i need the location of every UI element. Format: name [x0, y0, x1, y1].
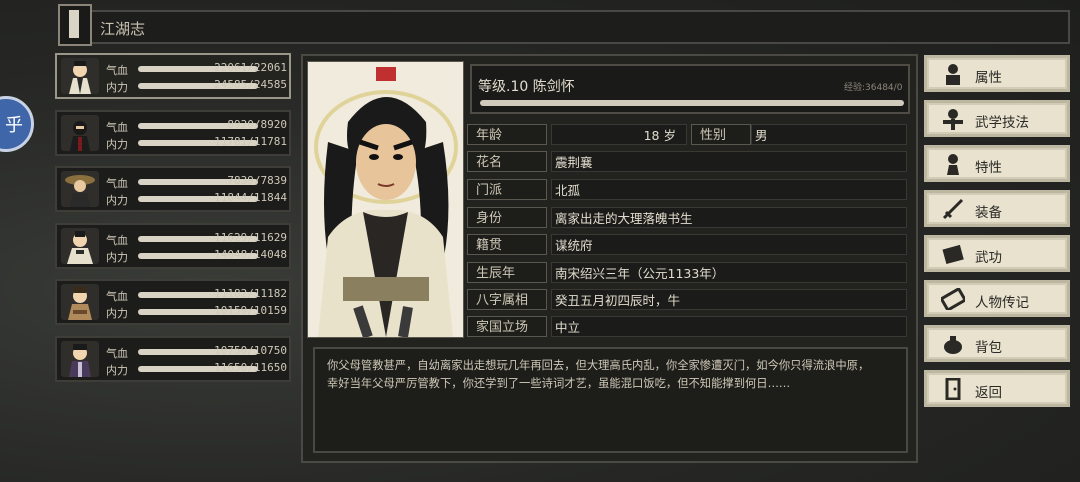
sword-icon — [942, 198, 964, 220]
hp-label: 气血 — [106, 177, 128, 190]
mp-value: 10159/10159 — [214, 304, 287, 317]
gender-value: 男 — [751, 124, 907, 145]
menu-label: 武学技法 — [975, 115, 1029, 131]
return-button[interactable]: 返回 — [924, 370, 1070, 407]
mp-value: 11650/11650 — [214, 360, 287, 374]
party-member-avatar — [61, 114, 99, 151]
info-value: 癸丑五月初四辰时，牛 — [551, 289, 907, 310]
hp-value: 8920/8920 — [227, 117, 287, 131]
info-label: 身份 — [467, 207, 547, 228]
mp-value: 11781/11781 — [214, 134, 287, 148]
party-member-card-5[interactable]: 气血 11182/11182 内力 10159/10159 — [55, 279, 291, 325]
party-member-card-4[interactable]: 气血 11629/11629 内力 14048/14048 — [55, 222, 291, 269]
info-label: 八字属相 — [467, 289, 547, 310]
info-label: 生辰年 — [467, 262, 547, 283]
hp-label: 气血 — [106, 346, 128, 360]
hp-value: 11182/11182 — [214, 287, 287, 300]
biography-icon — [941, 288, 965, 310]
mp-label: 内力 — [106, 137, 128, 151]
age-label: 年龄 — [467, 124, 547, 145]
info-row: 八字属相 癸丑五月初四辰时，牛 — [467, 289, 907, 312]
mp-value: 24585/24585 — [214, 78, 287, 91]
info-row: 生辰年 南宋绍兴三年（公元1133年） — [467, 262, 907, 285]
manual-icon — [942, 244, 964, 265]
character-biography: 你父母管教甚严，自幼离家出走想玩几年再回去，但大理高氏内乱，你全家惨遭灭门，如今… — [313, 347, 908, 453]
hp-value: 10750/10750 — [214, 343, 287, 357]
menu-label: 人物传记 — [975, 295, 1029, 311]
age-gender-row: 年龄 18 岁 性别 男 — [467, 124, 907, 147]
hp-value: 11629/11629 — [214, 230, 287, 244]
door-icon — [945, 378, 961, 400]
info-label: 门派 — [467, 179, 547, 200]
traits-button[interactable]: 特性 — [924, 145, 1070, 182]
menu-label: 属性 — [975, 70, 1002, 86]
info-label: 花名 — [467, 151, 547, 172]
party-member-avatar — [61, 58, 99, 94]
mp-label: 内力 — [106, 81, 128, 94]
mp-value: 14048/14048 — [214, 247, 287, 261]
martial-skill-icon — [943, 109, 963, 130]
mp-label: 内力 — [106, 250, 128, 264]
martial-skills-button[interactable]: 武学技法 — [924, 100, 1070, 137]
menu-label: 返回 — [975, 385, 1002, 401]
mp-label: 内力 — [106, 194, 128, 207]
info-label: 籍贯 — [467, 234, 547, 255]
bio-line: 你父母管教甚严，自幼离家出走想玩几年再回去，但大理高氏内乱，你全家惨遭灭门，如今… — [327, 359, 870, 372]
menu-label: 武功 — [975, 250, 1002, 266]
mp-label: 内力 — [106, 363, 128, 377]
hp-label: 气血 — [106, 233, 128, 247]
hp-label: 气血 — [106, 290, 128, 303]
level-and-name: 等级.10 陈剑怀 — [478, 79, 575, 95]
menu-label: 背包 — [975, 340, 1002, 356]
hp-value: 7839/7839 — [227, 174, 287, 187]
page-title: 江湖志 — [100, 20, 146, 38]
trait-icon — [947, 154, 959, 175]
character-portrait — [307, 61, 464, 338]
person-icon — [946, 64, 960, 85]
age-value: 18 岁 — [551, 124, 687, 145]
hp-value: 22061/22061 — [214, 61, 287, 74]
party-roster: 气血 22061/22061 内力 24585/24585 气血 8920/89… — [55, 53, 291, 392]
party-member-card-1[interactable]: 气血 22061/22061 内力 24585/24585 — [55, 53, 291, 99]
info-value: 中立 — [551, 316, 907, 337]
bag-icon — [944, 336, 962, 354]
info-row: 籍贯 谋统府 — [467, 234, 907, 257]
party-member-card-6[interactable]: 气血 10750/10750 内力 11650/11650 — [55, 335, 291, 382]
gender-label: 性别 — [691, 124, 751, 145]
menu-label: 装备 — [975, 205, 1002, 221]
equipment-button[interactable]: 装备 — [924, 190, 1070, 227]
party-member-avatar — [61, 171, 99, 207]
info-row: 家国立场 中立 — [467, 316, 907, 339]
party-member-card-2[interactable]: 气血 8920/8920 内力 11781/11781 — [55, 109, 291, 156]
mp-label: 内力 — [106, 307, 128, 320]
mp-value: 11844/11844 — [214, 191, 287, 204]
experience-text: 经验:36484/0 — [844, 83, 903, 93]
party-member-card-3[interactable]: 气血 7839/7839 内力 11844/11844 — [55, 166, 291, 212]
hp-label: 气血 — [106, 120, 128, 134]
party-member-avatar — [61, 340, 99, 377]
info-row: 身份 离家出走的大理落魄书生 — [467, 207, 907, 230]
hp-label: 气血 — [106, 64, 128, 77]
experience-bar — [480, 100, 904, 106]
info-row: 门派 北孤 — [467, 179, 907, 202]
bio-line: 幸好当年父母严厉管教下，你还学到了一些诗词才艺，虽能混口饭吃，但不知能撑到何日…… — [327, 377, 791, 390]
info-value: 南宋绍兴三年（公元1133年） — [551, 262, 907, 283]
info-value: 谋统府 — [551, 234, 907, 255]
top-bar — [62, 10, 1070, 44]
info-value: 北孤 — [551, 179, 907, 200]
info-label: 家国立场 — [467, 316, 547, 337]
party-member-avatar — [61, 284, 99, 320]
kungfu-button[interactable]: 武功 — [924, 235, 1070, 272]
info-row: 花名 震荆襄 — [467, 151, 907, 174]
info-value: 离家出走的大理落魄书生 — [551, 207, 907, 228]
party-member-avatar — [61, 227, 99, 264]
attributes-button[interactable]: 属性 — [924, 55, 1070, 92]
backpack-button[interactable]: 背包 — [924, 325, 1070, 362]
menu-label: 特性 — [975, 160, 1002, 176]
side-round-button-label: 乎 — [5, 115, 23, 136]
biography-button[interactable]: 人物传记 — [924, 280, 1070, 317]
journal-book-icon — [58, 4, 92, 46]
right-menu: 属性 武学技法 特性 装备 武功 人物传记 背包 返回 — [924, 55, 1070, 415]
info-value: 震荆襄 — [551, 151, 907, 172]
